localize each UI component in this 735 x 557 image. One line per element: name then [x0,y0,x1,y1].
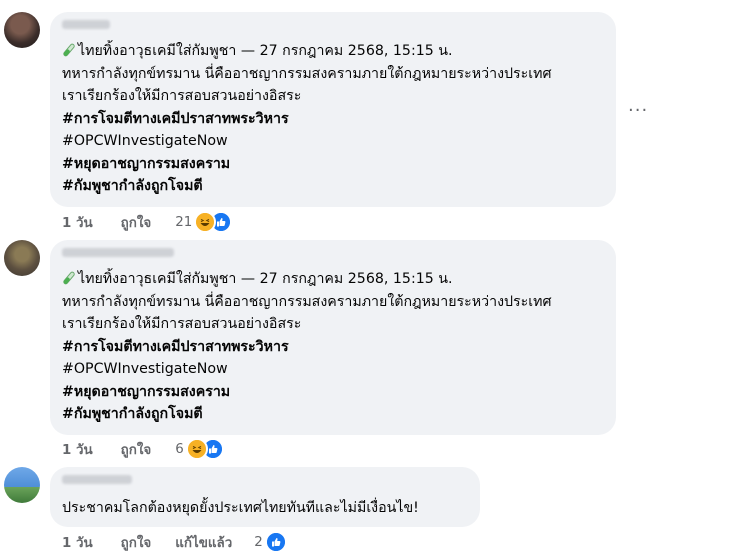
timestamp-link[interactable]: 1 วัน [62,532,93,553]
avatar[interactable] [4,240,40,276]
like-button[interactable]: ถูกใจ [121,212,152,233]
hashtag-link[interactable]: #กัมพูชากำลังถูกโจมตี [62,175,551,198]
avatar[interactable] [4,12,40,48]
hashtag-link[interactable]: #หยุดอาชญากรรมสงคราม [62,153,551,176]
reaction-count: 6 [175,441,184,457]
hashtag-link[interactable]: #หยุดอาชญากรรมสงคราม [62,381,551,404]
author-name[interactable] [62,475,132,484]
comment-line: ทหารกำลังทุกข์ทรมาน นี่คืออาชญากรรมสงครา… [62,293,552,310]
comment-line: ไทยทิ้งอาวุธเคมีใส่กัมพูชา — 27 กรกฎาคม … [62,268,551,291]
test-tube-icon [63,271,75,285]
comment-line: ไทยทิ้งอาวุธเคมีใส่กัมพูชา — 27 กรกฎาคม … [62,40,551,63]
hashtag-link[interactable]: #กัมพูชากำลังถูกโจมตี [62,403,551,426]
author-name[interactable] [62,20,110,29]
comment-text: ไทยทิ้งอาวุธเคมีใส่กัมพูชา — 27 กรกฎาคม … [62,268,551,426]
edited-label[interactable]: แก้ไขแล้ว [175,532,232,553]
comment-line: เราเรียกร้องให้มีการสอบสวนอย่างอิสระ [62,88,302,104]
like-button[interactable]: ถูกใจ [121,439,152,460]
avatar[interactable] [4,467,40,503]
timestamp-link[interactable]: 1 วัน [62,212,93,233]
reaction-count: 2 [254,534,263,550]
comment-bubble: ไทยทิ้งอาวุธเคมีใส่กัมพูชา — 27 กรกฎาคม … [50,240,616,435]
comment-bubble: ไทยทิ้งอาวุธเคมีใส่กัมพูชา — 27 กรกฎาคม … [50,12,616,207]
like-button[interactable]: ถูกใจ [121,532,152,553]
more-options-icon[interactable]: ··· [628,100,648,121]
reaction-summary[interactable]: 6 [175,438,224,460]
author-name[interactable] [62,248,174,257]
comment-actions: 1 วัน ถูกใจ 6 [62,438,224,460]
hashtag-link[interactable]: #การโจมตีทางเคมีปราสาทพระวิหาร [62,336,551,359]
like-icon [264,531,287,553]
comment-line: ประชาคมโลกต้องหยุดยั้งประเทศไทยทันทีและไ… [62,500,419,516]
hashtag-link[interactable]: #OPCWInvestigateNow [62,358,551,381]
comment-bubble: ประชาคมโลกต้องหยุดยั้งประเทศไทยทันทีและไ… [50,467,480,527]
comment-actions: 1 วัน ถูกใจ 21 [62,211,233,233]
reaction-summary[interactable]: 2 [254,531,287,553]
comment-text: ไทยทิ้งอาวุธเคมีใส่กัมพูชา — 27 กรกฎาคม … [62,40,551,198]
hashtag-link[interactable]: #การโจมตีทางเคมีปราสาทพระวิหาร [62,108,551,131]
comment-actions: 1 วัน ถูกใจ แก้ไขแล้ว 2 [62,531,287,553]
comment-text: ประชาคมโลกต้องหยุดยั้งประเทศไทยทันทีและไ… [62,497,419,520]
comment-line: เราเรียกร้องให้มีการสอบสวนอย่างอิสระ [62,316,302,332]
haha-icon [185,438,208,460]
test-tube-icon [63,43,75,57]
timestamp-link[interactable]: 1 วัน [62,439,93,460]
hashtag-link[interactable]: #OPCWInvestigateNow [62,130,551,153]
comment-line: ทหารกำลังทุกข์ทรมาน นี่คืออาชญากรรมสงครา… [62,65,552,82]
reaction-summary[interactable]: 21 [175,211,233,233]
reaction-count: 21 [175,214,193,230]
